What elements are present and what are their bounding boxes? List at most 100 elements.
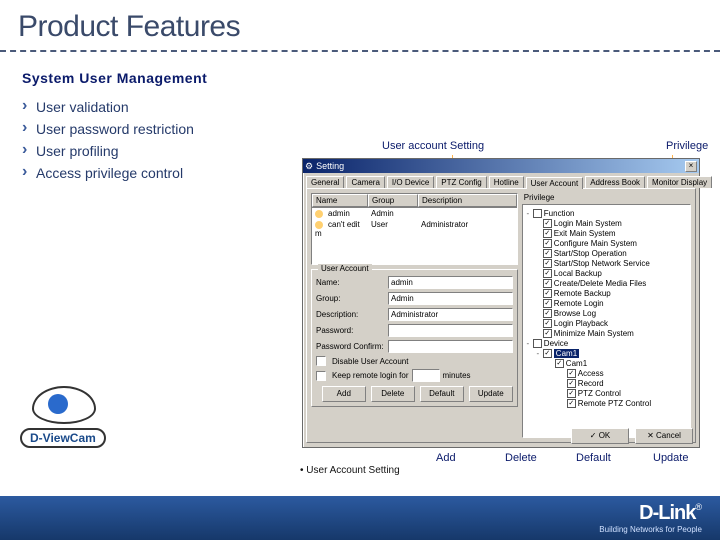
ok-button[interactable]: ✓ OK [571, 428, 629, 444]
tab-pane: Name Group Description admin Admin can't… [306, 188, 696, 443]
cancel-button[interactable]: ✕ Cancel [635, 428, 693, 444]
tree-node[interactable]: ✓Exit Main System [525, 228, 688, 238]
column-header-description[interactable]: Description [418, 194, 517, 207]
password-field[interactable] [388, 324, 513, 337]
tree-node-label: Browse Log [554, 309, 596, 318]
checkbox-icon[interactable]: ✓ [543, 229, 552, 238]
tree-node[interactable]: - Device [525, 338, 688, 348]
tab-camera[interactable]: Camera [346, 176, 384, 188]
tree-node[interactable]: ✓Remote PTZ Control [525, 398, 688, 408]
slide-caption: • User Account Setting [300, 465, 400, 476]
checkbox-icon[interactable]: ✓ [543, 239, 552, 248]
disable-user-label: Disable User Account [332, 357, 408, 366]
tab-monitor-display[interactable]: Monitor Display [647, 176, 712, 188]
tree-node-label: Device [544, 339, 568, 348]
tab-address-book[interactable]: Address Book [585, 176, 645, 188]
tree-node[interactable]: ✓Remote Login [525, 298, 688, 308]
checkbox-icon[interactable]: ✓ [543, 349, 552, 358]
tree-node[interactable]: ✓Cam1 [525, 358, 688, 368]
gear-icon: ⚙ [305, 161, 313, 172]
list-item: User validation [22, 96, 720, 118]
table-row[interactable]: admin Admin [312, 208, 517, 219]
checkbox-icon[interactable]: ✓ [543, 219, 552, 228]
checkbox-icon[interactable]: ✓ [543, 279, 552, 288]
dialog-titlebar[interactable]: ⚙ Setting × [303, 159, 699, 173]
tree-node[interactable]: ✓Configure Main System [525, 238, 688, 248]
tree-node[interactable]: ✓Local Backup [525, 268, 688, 278]
checkbox-icon[interactable]: ✓ [543, 309, 552, 318]
checkbox-icon[interactable]: ✓ [567, 369, 576, 378]
tab-user-account[interactable]: User Account [526, 177, 584, 189]
cancel-label: Cancel [656, 431, 681, 440]
tree-node[interactable]: ✓Login Playback [525, 318, 688, 328]
tree-node[interactable]: ✓Record [525, 378, 688, 388]
add-button[interactable]: Add [322, 386, 366, 402]
column-header-group[interactable]: Group [368, 194, 418, 207]
expand-icon[interactable]: - [525, 339, 531, 348]
user-account-group: User Account Name:admin Group:Admin Desc… [311, 269, 518, 407]
checkbox-icon[interactable]: ✓ [543, 289, 552, 298]
checkbox-icon[interactable]: ✓ [567, 389, 576, 398]
checkbox-icon[interactable]: ✓ [567, 399, 576, 408]
password-confirm-field[interactable] [388, 340, 513, 353]
cell: Admin [368, 208, 418, 219]
checkbox-icon[interactable]: ✓ [567, 379, 576, 388]
check-icon: ✓ [590, 431, 597, 440]
tree-node[interactable]: ✓Start/Stop Operation [525, 248, 688, 258]
tab-hotline[interactable]: Hotline [489, 176, 524, 188]
checkbox-icon[interactable]: ✓ [543, 269, 552, 278]
privilege-tree[interactable]: -Function✓Login Main System✓Exit Main Sy… [522, 204, 691, 438]
callout-add: Add [436, 452, 456, 464]
delete-button[interactable]: Delete [371, 386, 415, 402]
tree-node[interactable]: ✓Remote Backup [525, 288, 688, 298]
tree-node[interactable]: ✓Access [525, 368, 688, 378]
user-listview[interactable]: Name Group Description admin Admin can't… [311, 193, 518, 265]
tree-node[interactable]: ✓Start/Stop Network Service [525, 258, 688, 268]
column-header-name[interactable]: Name [312, 194, 368, 207]
tree-node[interactable]: -✓Cam1 [525, 348, 688, 358]
tree-node-label: Cam1 [566, 359, 587, 368]
keep-login-checkbox[interactable] [316, 371, 326, 381]
tree-node[interactable]: ✓Login Main System [525, 218, 688, 228]
group-field[interactable]: Admin [388, 292, 513, 305]
keep-login-minutes-field[interactable] [412, 369, 440, 382]
description-field[interactable]: Administrator [388, 308, 513, 321]
tree-node[interactable]: ✓Minimize Main System [525, 328, 688, 338]
tree-node[interactable]: ✓PTZ Control [525, 388, 688, 398]
tree-node[interactable]: -Function [525, 208, 688, 218]
default-button[interactable]: Default [420, 386, 464, 402]
tree-node-label: Start/Stop Network Service [554, 259, 650, 268]
tab-general[interactable]: General [306, 176, 344, 188]
ok-label: OK [599, 431, 611, 440]
section-title: System User Management [0, 52, 720, 96]
keep-login-label: Keep remote login for [332, 371, 409, 380]
checkbox-icon[interactable]: ✓ [543, 329, 552, 338]
update-button[interactable]: Update [469, 386, 513, 402]
name-field[interactable]: admin [388, 276, 513, 289]
table-row[interactable]: can't edit m User Administrator [312, 219, 517, 239]
checkbox-icon[interactable]: ✓ [555, 359, 564, 368]
tree-node-label: Remote PTZ Control [578, 399, 651, 408]
tab-ptz-config[interactable]: PTZ Config [436, 176, 486, 188]
checkbox-icon[interactable]: ✓ [543, 249, 552, 258]
dialog-title: Setting [316, 161, 344, 171]
tab-io-device[interactable]: I/O Device [387, 176, 434, 188]
close-icon[interactable]: × [685, 161, 697, 172]
expand-icon[interactable]: - [535, 349, 541, 358]
checkbox-icon[interactable]: ✓ [543, 319, 552, 328]
checkbox-icon[interactable]: ✓ [543, 299, 552, 308]
disable-user-checkbox[interactable] [316, 356, 326, 366]
callout-delete: Delete [505, 452, 537, 464]
checkbox-icon[interactable]: ✓ [543, 259, 552, 268]
dlink-logo: D-Link® Building Networks for People [599, 502, 702, 534]
checkbox-icon[interactable] [533, 339, 542, 348]
tree-node[interactable]: ✓Browse Log [525, 308, 688, 318]
expand-icon[interactable]: - [525, 209, 531, 218]
user-icon [315, 210, 323, 218]
checkbox-icon[interactable] [533, 209, 542, 218]
tree-node-label: Remote Login [554, 299, 604, 308]
group-legend: User Account [318, 264, 372, 273]
tree-node-label: Start/Stop Operation [554, 249, 627, 258]
tree-node[interactable]: ✓Create/Delete Media Files [525, 278, 688, 288]
label-password-confirm: Password Confirm: [316, 342, 388, 351]
